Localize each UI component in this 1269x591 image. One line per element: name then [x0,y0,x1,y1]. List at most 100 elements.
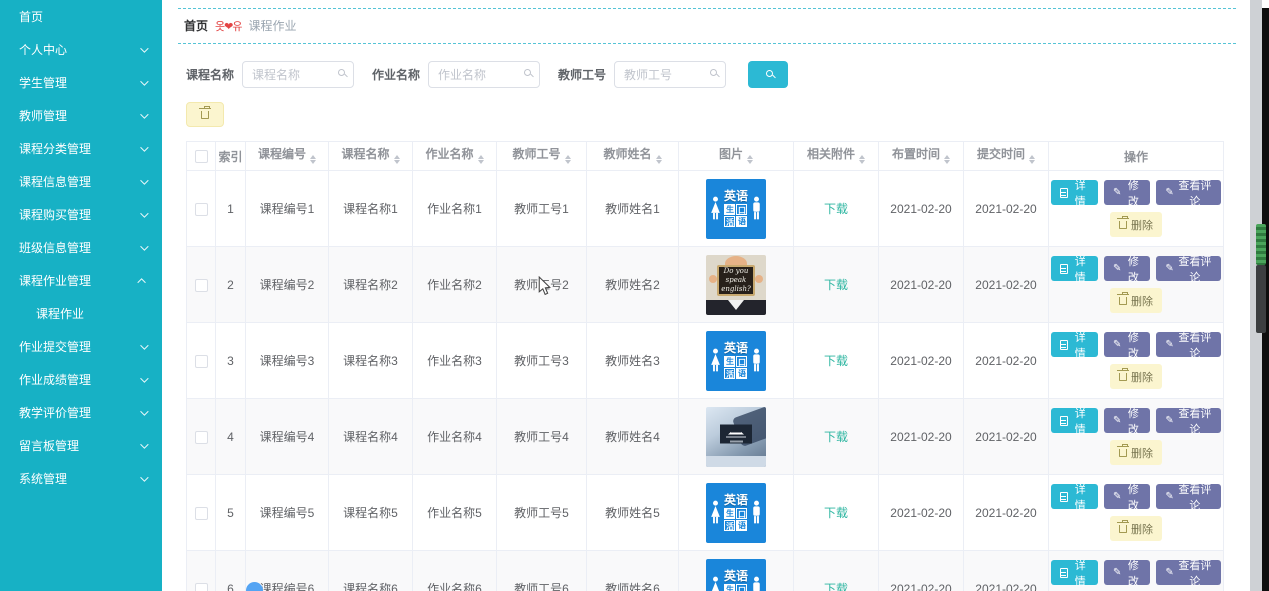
download-link[interactable]: 下载 [824,506,848,520]
course-image[interactable]: Do you speak english? [681,254,791,315]
work-name-input[interactable] [428,61,541,88]
pencil-icon: ✎ [1165,566,1174,578]
download-link[interactable]: 下载 [824,278,848,292]
sort-icon[interactable] [655,152,662,168]
sidebar-item-course-purchase-mgmt[interactable]: 课程购买管理 [0,198,162,231]
button-label: 修改 [1127,255,1139,284]
button-label: 修改 [1127,179,1139,208]
select-all-checkbox[interactable] [194,150,208,164]
row-checkbox[interactable] [194,582,208,591]
document-icon [1060,415,1068,426]
detail-button[interactable]: 详情 [1051,332,1098,360]
view-comments-button[interactable]: ✎ 查看评论 [1156,332,1221,360]
cell-submit-time: 2021-02-20 [963,170,1049,247]
teacher-no-input[interactable] [614,61,727,88]
delete-button[interactable]: 删除 [1110,364,1162,389]
search-button[interactable] [748,61,789,88]
edit-button[interactable]: ✎ 修改 [1103,484,1151,512]
view-comments-button[interactable]: ✎ 查看评论 [1156,484,1221,512]
course-image[interactable]: 英语生口活语 [681,482,791,543]
delete-button[interactable]: 删除 [1110,212,1162,237]
detail-button[interactable]: 详情 [1051,256,1098,284]
header-work-name: 作业名称 [412,141,497,171]
sidebar-item-home[interactable]: 首页 [0,0,162,33]
cell-submit-time: 2021-02-20 [963,246,1049,323]
edit-button[interactable]: ✎ 修改 [1103,180,1151,208]
edit-button[interactable]: ✎ 修改 [1103,560,1151,588]
sidebar-item-class-info-mgmt[interactable]: 班级信息管理 [0,231,162,264]
sort-icon[interactable] [393,152,400,168]
cell-teacher-no: 教师工号1 [496,170,587,247]
sidebar-item-work-submit-mgmt[interactable]: 作业提交管理 [0,330,162,363]
course-image[interactable]: 英语生口活语 [681,178,791,239]
sidebar-item-student-mgmt[interactable]: 学生管理 [0,66,162,99]
sidebar-item-teaching-eval-mgmt[interactable]: 教学评价管理 [0,396,162,429]
delete-button[interactable]: 删除 [1110,516,1162,541]
download-link[interactable]: 下载 [824,354,848,368]
sidebar-item-message-board-mgmt[interactable]: 留言板管理 [0,429,162,462]
sort-icon[interactable] [747,152,753,168]
view-comments-button[interactable]: ✎ 查看评论 [1156,180,1221,208]
sort-icon[interactable] [564,152,571,168]
sidebar-item-system-mgmt[interactable]: 系统管理 [0,462,162,495]
view-comments-button[interactable]: ✎ 查看评论 [1156,408,1221,436]
row-checkbox[interactable] [194,278,208,292]
course-image[interactable]: 英语生口活语 [681,558,791,591]
sidebar-item-personal-center[interactable]: 个人中心 [0,33,162,66]
scrollbar-thumb-green[interactable] [1256,224,1266,265]
button-label: 删除 [1131,371,1153,384]
sidebar-item-course-info-mgmt[interactable]: 课程信息管理 [0,165,162,198]
view-comments-button[interactable]: ✎ 查看评论 [1156,256,1221,284]
cell-submit-time: 2021-02-20 [963,398,1049,475]
detail-button[interactable]: 详情 [1051,484,1098,512]
document-icon [1060,491,1068,502]
breadcrumb-home-link[interactable]: 首页 [184,17,208,34]
cell-assign-time: 2021-02-20 [878,550,964,591]
sort-icon[interactable] [859,152,865,168]
sidebar-item-course-work-mgmt[interactable]: 课程作业管理 [0,264,162,297]
row-checkbox[interactable] [194,202,208,216]
edit-button[interactable]: ✎ 修改 [1103,332,1151,360]
delete-button[interactable]: 删除 [1110,288,1162,313]
sidebar-item-course-work[interactable]: 课程作业 [0,297,162,330]
button-label: 修改 [1127,407,1139,436]
row-checkbox[interactable] [194,354,208,368]
row-checkbox[interactable] [194,430,208,444]
detail-button[interactable]: 详情 [1051,180,1098,208]
download-link[interactable]: 下载 [824,430,848,444]
course-image[interactable]: 英语生口活语 [681,330,791,391]
pencil-icon: ✎ [1112,566,1122,578]
edit-button[interactable]: ✎ 修改 [1103,408,1151,436]
course-name-input[interactable] [242,61,355,88]
button-label: 详情 [1074,407,1086,436]
batch-delete-button[interactable] [186,102,224,127]
header-label: 相关附件 [806,146,855,161]
chevron-down-icon [140,76,149,86]
sidebar-item-label: 课程购买管理 [19,208,92,222]
scrollbar-thumb[interactable] [1256,265,1266,333]
document-icon [1060,263,1068,274]
sort-icon[interactable] [944,152,950,168]
sidebar-item-label: 课程作业管理 [19,274,92,288]
cell-teacher-name: 教师姓名4 [586,398,679,475]
detail-button[interactable]: 详情 [1051,560,1098,588]
delete-button[interactable]: 删除 [1110,440,1162,465]
row-checkbox[interactable] [194,506,208,520]
table-row: 5 课程编号5 课程名称5 作业名称5 教师工号5 教师姓名5 英语生口活语 下… [186,474,1224,551]
sidebar-item-work-grade-mgmt[interactable]: 作业成绩管理 [0,363,162,396]
pencil-icon: ✎ [1165,262,1174,274]
course-image[interactable] [681,406,791,467]
sidebar-item-course-category-mgmt[interactable]: 课程分类管理 [0,132,162,165]
sort-icon[interactable] [477,152,484,168]
sort-icon[interactable] [310,152,316,168]
sort-icon[interactable] [1029,152,1035,168]
cell-work-name: 作业名称5 [412,474,497,551]
view-comments-button[interactable]: ✎ 查看评论 [1156,560,1221,588]
download-link[interactable]: 下载 [824,202,848,216]
pencil-icon: ✎ [1112,490,1122,502]
edit-button[interactable]: ✎ 修改 [1103,256,1151,284]
download-link[interactable]: 下载 [824,582,848,591]
pencil-icon: ✎ [1165,338,1174,350]
detail-button[interactable]: 详情 [1051,408,1098,436]
sidebar-item-teacher-mgmt[interactable]: 教师管理 [0,99,162,132]
